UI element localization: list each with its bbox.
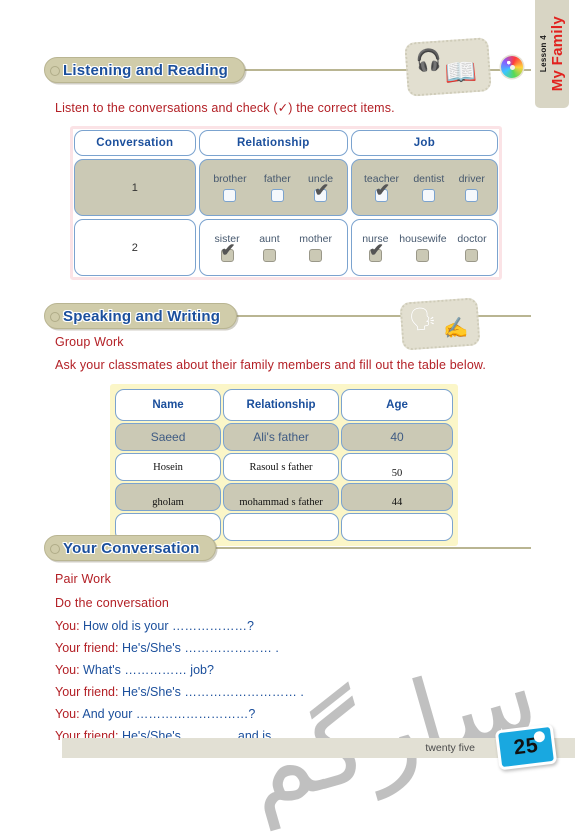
- section-title-speaking: Speaking and Writing: [63, 307, 221, 325]
- speaking-head-writing-hand-icon: 🗣 ✍: [399, 297, 481, 351]
- option-doctor[interactable]: doctor: [457, 233, 487, 262]
- conversation-speaker: Your friend:: [55, 685, 122, 699]
- table2-relationship-cell[interactable]: Ali's father: [223, 423, 340, 451]
- option-nurse[interactable]: nurse: [362, 233, 388, 262]
- checkbox-nurse[interactable]: [368, 241, 384, 262]
- option-housewife[interactable]: housewife: [399, 233, 447, 262]
- table2-header-age: Age: [341, 389, 453, 421]
- table2-age-cell[interactable]: 40: [341, 423, 453, 451]
- checkbox-father[interactable]: [270, 189, 284, 202]
- checkbox-uncle[interactable]: [314, 181, 329, 202]
- section-title-your-conversation: Your Conversation: [63, 539, 200, 557]
- option-father[interactable]: father: [264, 173, 291, 202]
- table1-header-row: Conversation Relationship Job: [74, 130, 498, 156]
- table2-row: Saeed Ali's father 40: [115, 423, 453, 451]
- instruction-listening: Listen to the conversations and check (✓…: [55, 101, 395, 115]
- table2-header-row: Name Relationship Age: [115, 389, 453, 421]
- table2-age-cell[interactable]: 50: [341, 453, 453, 481]
- label-group-work: Group Work: [55, 335, 124, 349]
- section-pill-speaking: Speaking and Writing: [44, 303, 238, 329]
- section-header-your-conversation: Your Conversation: [44, 535, 531, 561]
- page-number-word: twenty five: [425, 742, 475, 754]
- lesson-tab: My Family Lesson 4: [535, 0, 569, 108]
- table1-relationship-options-cell: brother father uncle: [198, 159, 348, 216]
- conversation-text: He's/She's ………………… .: [121, 641, 279, 655]
- checkbox-brother[interactable]: [223, 189, 237, 202]
- section-pill-listening: Listening and Reading: [44, 57, 246, 83]
- conversation-speaker: Your friend:: [55, 641, 122, 655]
- option-mother[interactable]: mother: [299, 233, 332, 262]
- checkbox-aunt[interactable]: [262, 249, 276, 262]
- section-rule: [235, 315, 531, 317]
- conversation-text: And your ………………………?: [82, 707, 256, 721]
- checkbox-doctor[interactable]: [465, 249, 479, 262]
- badge-hole-icon: [533, 730, 546, 743]
- option-aunt[interactable]: aunt: [259, 233, 280, 262]
- option-teacher[interactable]: teacher: [364, 173, 399, 202]
- label-pair-work: Pair Work: [55, 572, 111, 586]
- table2-name-cell[interactable]: Hosein: [115, 453, 222, 481]
- table1-conversation-number-cell: 2: [74, 219, 196, 276]
- table2-name-cell[interactable]: gholam: [115, 483, 222, 511]
- lesson-tab-number: Lesson 4: [538, 35, 548, 73]
- conversation-speaker: You:: [55, 619, 84, 633]
- instruction-speaking: Ask your classmates about their family m…: [55, 358, 487, 372]
- checkbox-sister[interactable]: [220, 241, 236, 262]
- checkbox-mother[interactable]: [309, 249, 323, 262]
- table2-relationship-cell[interactable]: Rasoul s father: [223, 453, 340, 481]
- conversation-line: Your friend: He's/She's ………………… .: [55, 641, 279, 655]
- table2-name-cell[interactable]: Saeed: [115, 423, 222, 451]
- open-book-glyph: 📖: [443, 56, 478, 89]
- headphones-glyph: 🎧: [414, 48, 443, 74]
- table1-relationship-options-cell: sister aunt mother: [198, 219, 348, 276]
- option-brother[interactable]: brother: [213, 173, 247, 202]
- conversation-text: What's …………… job?: [83, 663, 214, 677]
- option-sister[interactable]: sister: [214, 233, 240, 262]
- conversation-speaker: You:: [55, 707, 83, 721]
- checkbox-teacher[interactable]: [374, 181, 390, 202]
- section-title-listening: Listening and Reading: [63, 61, 229, 79]
- table2-row: gholam mohammad s father 44: [115, 483, 453, 511]
- table1-header-relationship: Relationship: [198, 130, 348, 156]
- option-dentist[interactable]: dentist: [413, 173, 444, 202]
- table2-age-cell[interactable]: 44: [341, 483, 453, 511]
- table2-relationship-cell[interactable]: mohammad s father: [223, 483, 340, 511]
- headphones-book-icon: 🎧 📖: [404, 37, 492, 97]
- table2-row: Hosein Rasoul s father 50: [115, 453, 453, 481]
- table1-job-options-cell: nurse housewife doctor: [350, 219, 498, 276]
- section-pill-your-conversation: Your Conversation: [44, 535, 217, 561]
- table1-row: 1 brother father uncle ✔ teacher ✔ denti…: [74, 159, 498, 216]
- conversation-text: How old is your ………………?: [83, 619, 254, 633]
- conversation-speaker: You:: [55, 663, 84, 677]
- table1-job-options-cell: teacher dentist driver: [350, 159, 498, 216]
- listening-check-table: Conversation Relationship Job 1 brother …: [70, 126, 502, 280]
- table1-row: 2 sister aunt mother nu: [74, 219, 498, 276]
- conversation-line: You: And your ………………………?: [55, 707, 255, 721]
- page-number-badge: 25: [494, 723, 558, 771]
- option-uncle[interactable]: uncle: [308, 173, 333, 202]
- conversation-line: You: How old is your ………………?: [55, 619, 254, 633]
- label-do-the-conversation: Do the conversation: [55, 596, 170, 610]
- lesson-tab-name: My Family: [548, 16, 566, 92]
- conversation-text: He's/She's ……………………… .: [121, 685, 304, 699]
- checkbox-driver[interactable]: [465, 189, 479, 202]
- checkbox-dentist[interactable]: [422, 189, 436, 202]
- table2-header-relationship: Relationship: [223, 389, 340, 421]
- family-members-table: Name Relationship Age Saeed Ali's father…: [110, 384, 458, 546]
- conversation-line: Your friend: He's/She's ……………………… .: [55, 685, 304, 699]
- writing-hand-glyph: ✍: [442, 317, 470, 341]
- cd-disc-icon: [501, 56, 523, 78]
- table2-header-name: Name: [115, 389, 222, 421]
- option-driver[interactable]: driver: [459, 173, 485, 202]
- table1-conversation-number-cell: 1: [74, 159, 196, 216]
- section-rule: [214, 547, 531, 549]
- table1-header-job: Job: [350, 130, 498, 156]
- conversation-line: You: What's …………… job?: [55, 663, 214, 677]
- table1-header-conversation: Conversation: [74, 130, 196, 156]
- speaking-head-glyph: 🗣: [407, 305, 438, 333]
- checkbox-housewife[interactable]: [416, 249, 430, 262]
